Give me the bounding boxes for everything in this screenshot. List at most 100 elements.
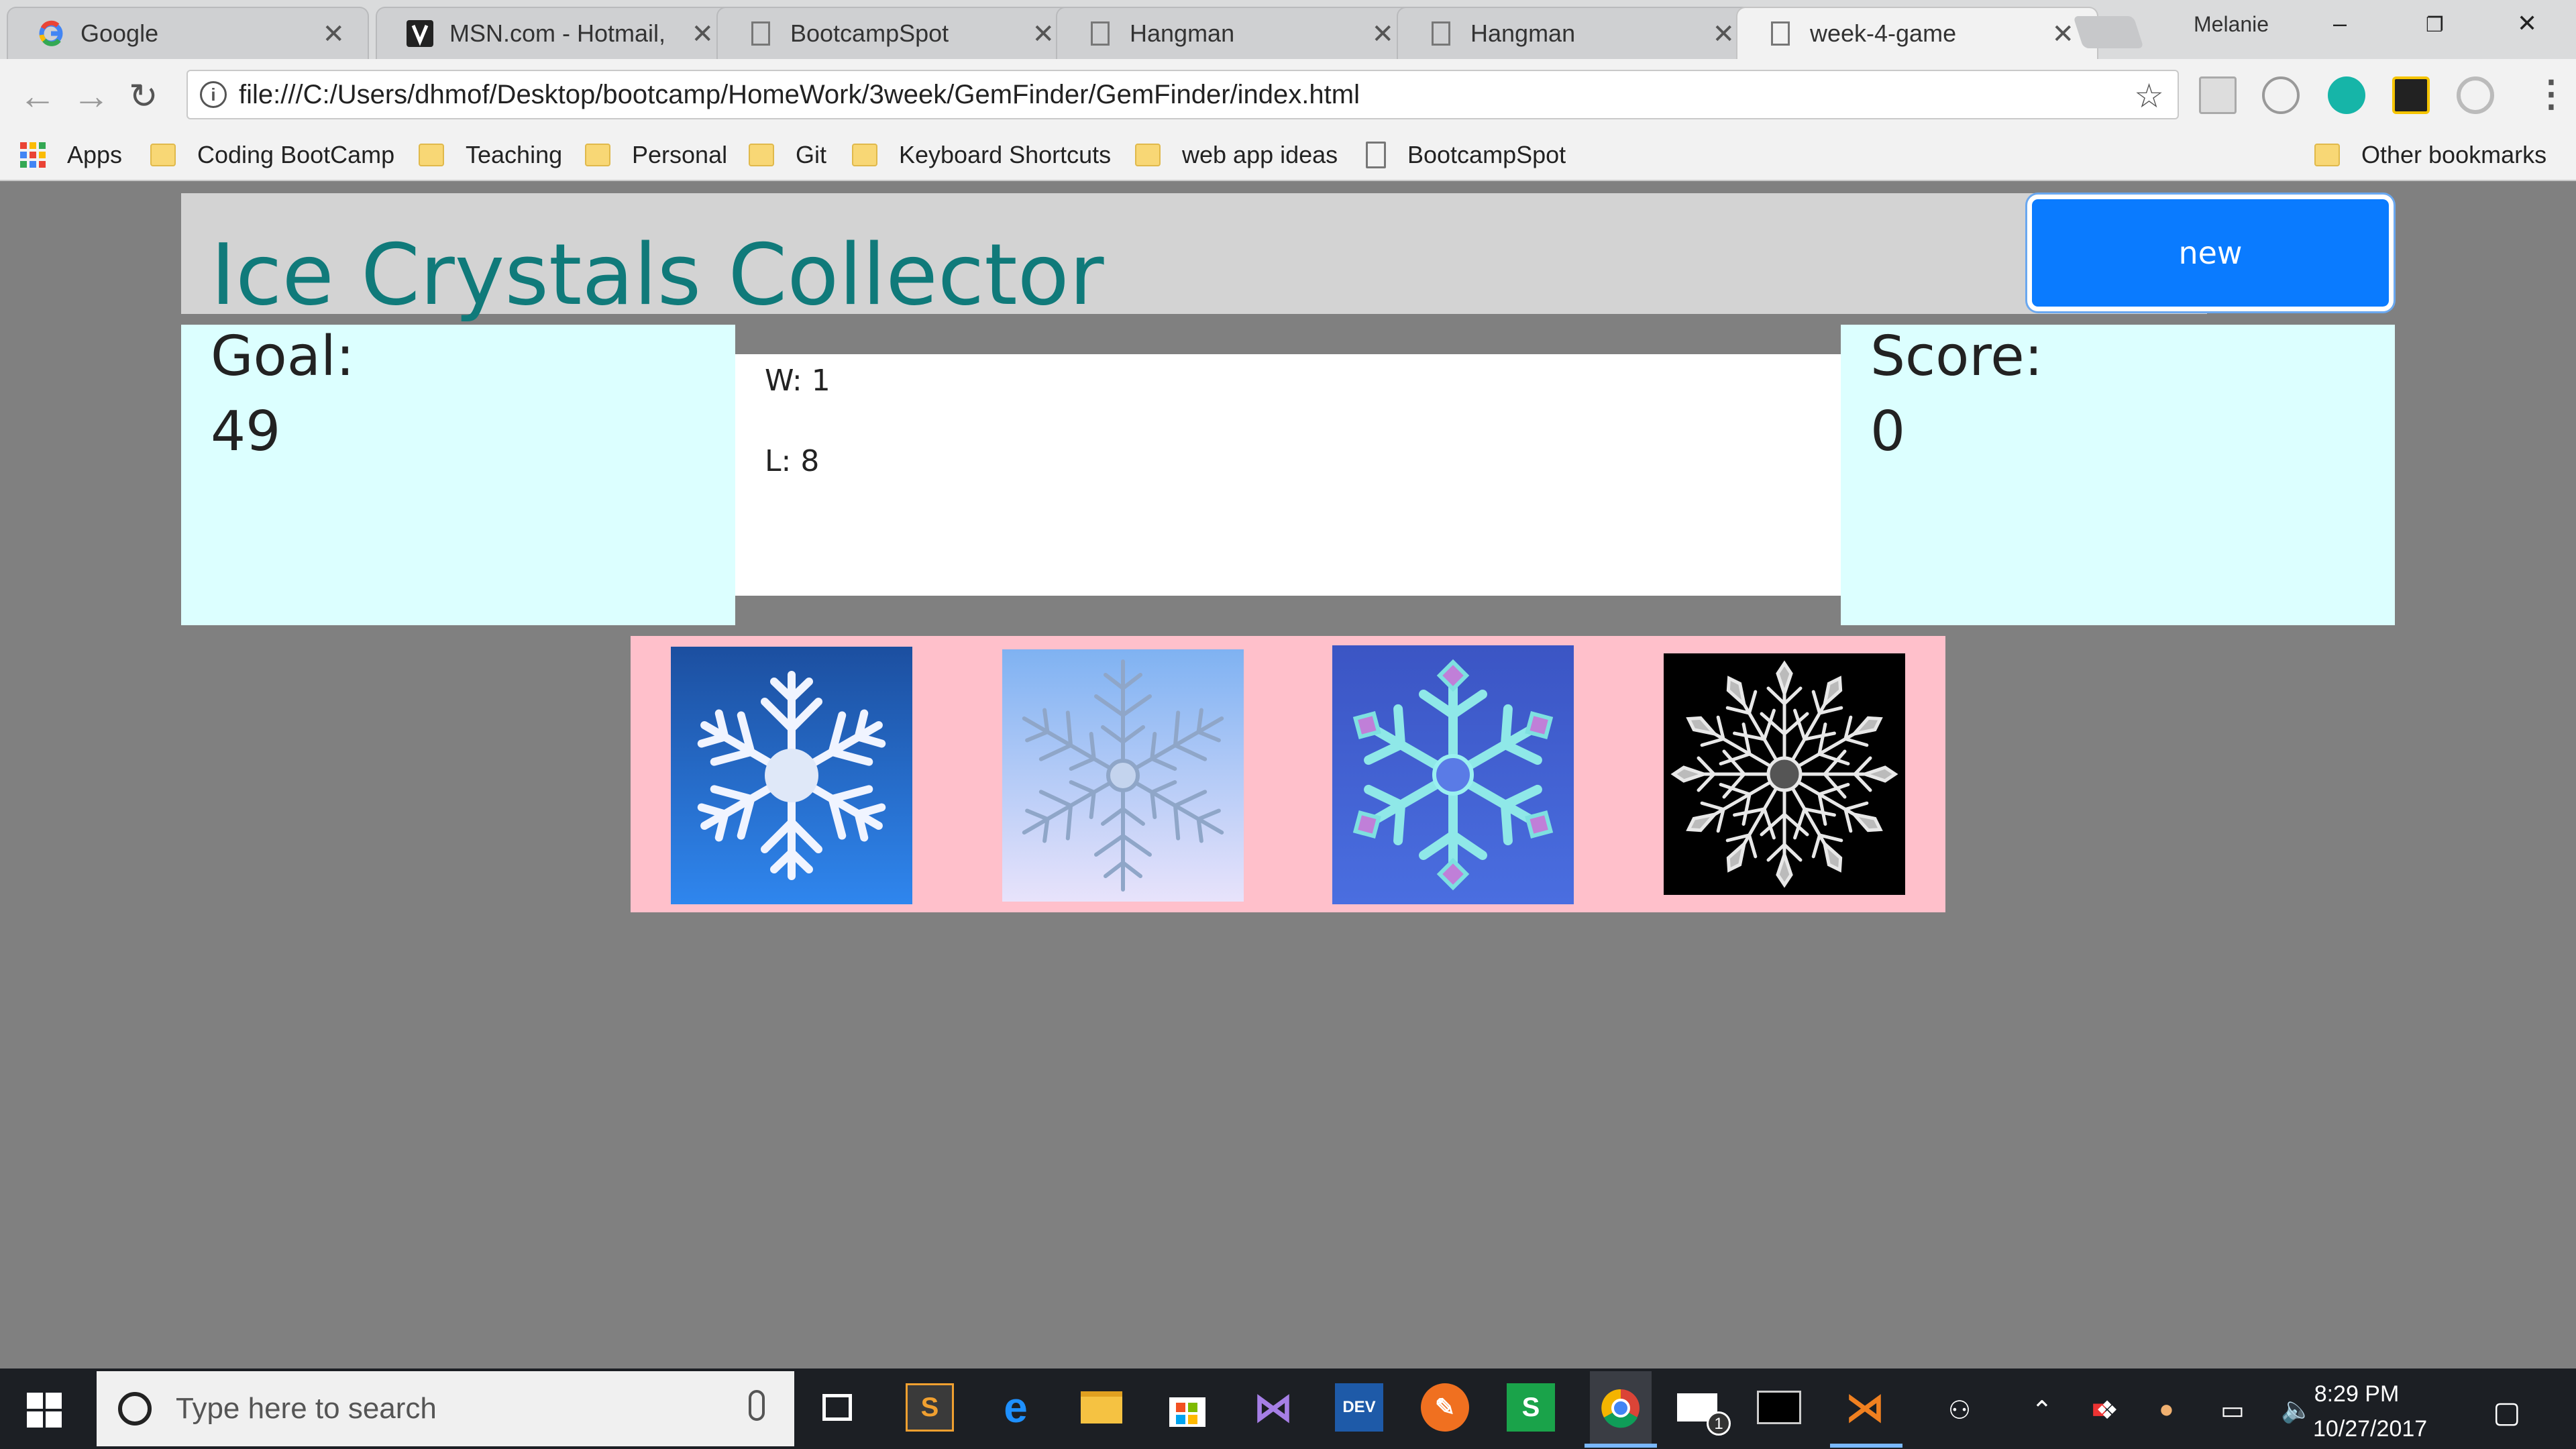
window-close-icon[interactable]: ✕ — [2517, 9, 2537, 38]
new-tab-button[interactable] — [2073, 16, 2144, 48]
show-hidden-icons-chevron-icon[interactable]: ⌃ — [2031, 1395, 2053, 1426]
windows-start-icon[interactable] — [27, 1393, 62, 1431]
bookmarks-bar: Apps Coding BootCamp Teaching Personal G… — [0, 131, 2576, 181]
clock-time: 8:29 PM — [2314, 1381, 2400, 1407]
slack-icon[interactable]: S — [1507, 1383, 1555, 1432]
bookmark-bootcampspot[interactable]: BootcampSpot — [1366, 141, 1566, 169]
action-center-icon[interactable]: ▢ — [2493, 1395, 2521, 1430]
close-icon[interactable]: ✕ — [1712, 19, 1735, 50]
close-icon[interactable]: ✕ — [691, 19, 714, 50]
microphone-icon[interactable] — [749, 1390, 765, 1421]
cortana-icon — [118, 1392, 152, 1426]
score-value: 0 — [1870, 400, 1906, 464]
crystal-2-button[interactable] — [1002, 649, 1244, 902]
edge-icon[interactable]: e — [991, 1383, 1040, 1432]
vscode-icon[interactable]: ⋊ — [1841, 1383, 1889, 1432]
snowflake-icon — [671, 671, 912, 904]
folder-icon — [2314, 144, 2340, 166]
windows-taskbar: Type here to search S e ⋈ DEV ✎ S 1 ⋊ ⚇ … — [0, 1368, 2576, 1449]
folder-icon — [419, 144, 444, 166]
bookmark-keyboard-shortcuts[interactable]: Keyboard Shortcuts — [852, 141, 1111, 169]
minimize-icon[interactable]: – — [2333, 9, 2347, 38]
bookmark-web-app-ideas[interactable]: web app ideas — [1135, 141, 1338, 169]
search-placeholder: Type here to search — [176, 1392, 437, 1425]
bookmark-label: Teaching — [466, 141, 563, 168]
chrome-icon[interactable] — [1590, 1371, 1652, 1445]
reload-icon[interactable]: ↻ — [129, 76, 158, 117]
tab-title: Google — [80, 19, 159, 47]
bookmark-apps[interactable]: Apps — [20, 141, 122, 169]
extension-icon[interactable] — [2262, 76, 2300, 114]
bookmark-coding-bootcamp[interactable]: Coding BootCamp — [150, 141, 394, 169]
task-view-icon[interactable] — [813, 1383, 861, 1432]
dropbox-icon[interactable]: ❖ — [2096, 1395, 2118, 1426]
volume-icon[interactable]: 🔈 — [2281, 1395, 2312, 1425]
google-icon — [38, 20, 64, 47]
tab-google[interactable]: Google ✕ — [7, 7, 369, 59]
sublime-text-icon[interactable]: S — [906, 1383, 954, 1432]
tray-app-icon[interactable]: ● — [2159, 1395, 2174, 1424]
store-icon[interactable] — [1163, 1383, 1212, 1432]
tab-msn[interactable]: MSN.com - Hotmail, ✕ — [376, 7, 738, 59]
profile-name[interactable]: Melanie — [2194, 12, 2269, 37]
clock-date: 10/27/2017 — [2313, 1416, 2428, 1442]
tab-title: week-4-game — [1810, 19, 1957, 47]
bookmark-label: Coding BootCamp — [197, 141, 395, 168]
url-text: file:///C:/Users/dhmof/Desktop/bootcamp/… — [239, 79, 1360, 109]
folder-icon — [150, 144, 176, 166]
restore-icon[interactable]: ❐ — [2426, 13, 2444, 37]
folder-icon — [852, 144, 877, 166]
bookmark-teaching[interactable]: Teaching — [419, 141, 562, 169]
crystal-4-button[interactable] — [1664, 653, 1905, 895]
back-icon[interactable]: ← — [19, 74, 56, 117]
file-explorer-icon[interactable] — [1077, 1383, 1126, 1432]
taskbar-clock[interactable]: 8:29 PM 10/27/2017 — [2313, 1377, 2428, 1446]
bookmark-label: web app ideas — [1182, 141, 1338, 168]
m-extension-icon[interactable] — [2328, 76, 2365, 114]
browser-toolbar: ← → ↻ i file:///C:/Users/dhmof/Desktop/b… — [0, 59, 2576, 131]
wins-count: W: 1 — [765, 364, 830, 398]
bookmark-other[interactable]: Other bookmarks — [2314, 141, 2546, 169]
page-icon — [747, 20, 774, 47]
battery-icon[interactable]: ▭ — [2220, 1395, 2245, 1426]
bookmark-label: Personal — [632, 141, 728, 168]
tab-hangman-1[interactable]: Hangman ✕ — [1056, 7, 1418, 59]
goal-panel: Goal: 49 — [181, 325, 735, 625]
goal-label: Goal: — [211, 325, 355, 388]
address-bar[interactable]: i file:///C:/Users/dhmof/Desktop/bootcam… — [186, 70, 2179, 119]
info-icon[interactable]: i — [200, 81, 227, 108]
close-icon[interactable]: ✕ — [322, 19, 345, 50]
command-prompt-icon[interactable] — [1755, 1383, 1803, 1432]
close-icon[interactable]: ✕ — [1371, 19, 1394, 50]
folder-icon — [585, 144, 610, 166]
tab-hangman-2[interactable]: Hangman ✕ — [1397, 7, 1759, 59]
active-app-indicator — [1830, 1444, 1902, 1448]
bookmark-personal[interactable]: Personal — [585, 141, 727, 169]
taskbar-search-box[interactable]: Type here to search — [97, 1371, 794, 1446]
snowflake-icon — [1332, 659, 1574, 904]
visual-studio-icon[interactable]: ⋈ — [1249, 1383, 1297, 1432]
check-extension-icon[interactable] — [2392, 76, 2430, 114]
gear-extension-icon[interactable] — [2457, 76, 2494, 114]
tab-week-4-game[interactable]: week-4-game ✕ — [1736, 7, 2098, 59]
menu-icon[interactable]: ⋮ — [2533, 72, 2569, 115]
page-icon — [1767, 20, 1794, 47]
close-icon[interactable]: ✕ — [2051, 19, 2074, 50]
bookmark-label: Keyboard Shortcuts — [899, 141, 1112, 168]
bookmark-star-icon[interactable]: ☆ — [2134, 76, 2164, 115]
msn-icon — [407, 20, 433, 47]
bookmark-git[interactable]: Git — [749, 141, 826, 169]
crystal-1-button[interactable] — [671, 647, 912, 904]
tab-bootcampspot[interactable]: BootcampSpot ✕ — [716, 7, 1079, 59]
folder-icon — [749, 144, 774, 166]
crystal-3-button[interactable] — [1332, 645, 1574, 904]
forward-icon[interactable]: → — [72, 74, 110, 117]
new-game-button[interactable]: new — [2027, 195, 2394, 311]
devexpress-icon[interactable]: DEV — [1335, 1383, 1383, 1432]
page-icon — [1428, 20, 1454, 47]
pdf-extension-icon[interactable] — [2199, 76, 2237, 114]
close-icon[interactable]: ✕ — [1032, 19, 1055, 50]
paint-icon[interactable]: ✎ — [1421, 1383, 1469, 1432]
apps-grid-icon — [20, 142, 46, 168]
people-icon[interactable]: ⚇ — [1948, 1395, 1971, 1426]
